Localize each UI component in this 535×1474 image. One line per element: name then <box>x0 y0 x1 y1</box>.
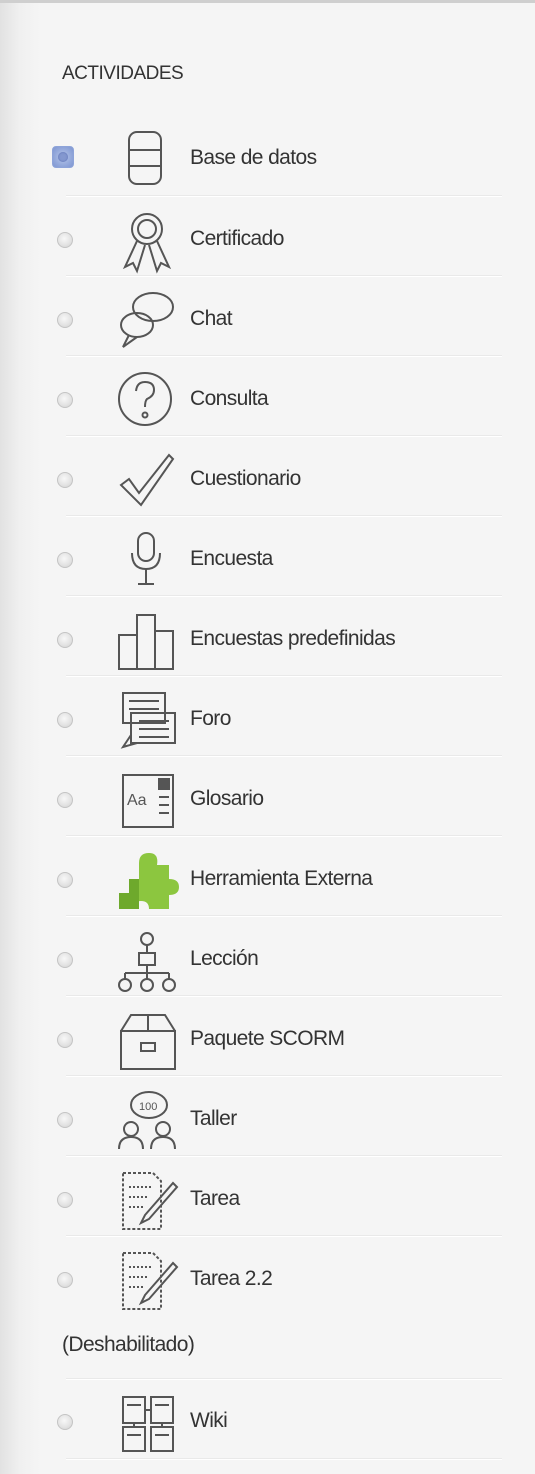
divider <box>66 276 502 277</box>
activity-item-cuestionario[interactable]: Cuestionario <box>0 439 535 519</box>
assignment-pencil-icon <box>115 1249 181 1315</box>
activity-label: Encuesta <box>190 547 273 570</box>
divider <box>66 1236 502 1237</box>
activity-label: Lección <box>190 947 259 970</box>
activity-item-chat[interactable]: Chat <box>0 279 535 359</box>
section-heading: ACTIVIDADES <box>62 63 184 84</box>
activity-item-paquete-scorm[interactable]: Paquete SCORM <box>0 999 535 1079</box>
divider <box>66 836 502 837</box>
activity-item-base-de-datos[interactable]: Base de datos <box>0 118 535 198</box>
svg-text:100: 100 <box>139 1101 157 1113</box>
package-box-icon <box>115 1009 181 1075</box>
wiki-pages-icon <box>115 1391 181 1457</box>
activity-radio[interactable] <box>57 1272 73 1288</box>
workshop-people-icon: 100 <box>115 1089 181 1155</box>
activity-item-consulta[interactable]: Consulta <box>0 359 535 439</box>
activity-radio[interactable] <box>57 312 73 328</box>
activity-radio[interactable] <box>57 472 73 488</box>
activity-item-wiki[interactable]: Wiki <box>0 1381 535 1461</box>
activity-radio-selected[interactable] <box>52 146 74 168</box>
activity-label: Chat <box>190 307 233 330</box>
divider <box>66 1076 502 1077</box>
activity-item-encuestas-predefinidas[interactable]: Encuestas predefinidas <box>0 599 535 679</box>
question-circle-icon <box>115 369 181 435</box>
divider <box>66 996 502 997</box>
divider <box>66 516 502 517</box>
certificate-ribbon-icon <box>115 209 181 275</box>
divider <box>66 356 502 357</box>
activity-label: Base de datos <box>190 146 317 169</box>
activity-label: Cuestionario <box>190 467 301 490</box>
svg-text:Aa: Aa <box>127 792 147 809</box>
microphone-icon <box>115 529 181 595</box>
puzzle-piece-icon <box>115 849 181 915</box>
activities-panel: ACTIVIDADES Base de datos Certificado Ch… <box>0 0 535 1474</box>
activity-item-foro[interactable]: Foro <box>0 679 535 759</box>
checkmark-icon <box>115 449 181 515</box>
activity-label: Taller <box>190 1107 237 1130</box>
activity-radio[interactable] <box>57 952 73 968</box>
database-icon <box>115 128 181 194</box>
activity-item-encuesta[interactable]: Encuesta <box>0 519 535 599</box>
activity-item-taller[interactable]: 100 Taller <box>0 1079 535 1159</box>
divider <box>66 1459 502 1460</box>
activity-item-herramienta-externa[interactable]: Herramienta Externa <box>0 839 535 919</box>
assignment-pencil-icon <box>115 1169 181 1235</box>
activity-radio[interactable] <box>57 1112 73 1128</box>
activity-label: Foro <box>190 707 231 730</box>
activity-radio[interactable] <box>57 232 73 248</box>
activity-item-tarea-2-2[interactable]: Tarea 2.2 <box>0 1239 535 1319</box>
divider <box>66 676 502 677</box>
activity-item-leccion[interactable]: Lección <box>0 919 535 999</box>
disabled-note: (Deshabilitado) <box>62 1333 195 1356</box>
activity-label: Encuestas predefinidas <box>190 627 396 650</box>
chat-bubbles-icon <box>115 289 181 355</box>
activity-radio[interactable] <box>57 712 73 728</box>
divider <box>66 916 502 917</box>
divider <box>66 596 502 597</box>
activity-label: Paquete SCORM <box>190 1027 345 1050</box>
activity-item-certificado[interactable]: Certificado <box>0 199 535 279</box>
activity-label: Tarea <box>190 1187 240 1210</box>
divider <box>66 436 502 437</box>
divider <box>66 1379 502 1380</box>
activity-item-tarea[interactable]: Tarea <box>0 1159 535 1239</box>
activity-radio[interactable] <box>57 552 73 568</box>
activity-radio[interactable] <box>57 632 73 648</box>
activity-label: Wiki <box>190 1409 228 1432</box>
divider <box>66 196 502 197</box>
activity-item-glosario[interactable]: Aa Glosario <box>0 759 535 839</box>
activity-label: Glosario <box>190 787 264 810</box>
divider <box>66 1156 502 1157</box>
bar-chart-icon <box>115 609 181 675</box>
hierarchy-icon <box>115 929 181 995</box>
activity-radio[interactable] <box>57 792 73 808</box>
activity-label: Consulta <box>190 387 269 410</box>
activity-label: Tarea 2.2 <box>190 1267 273 1290</box>
glossary-icon: Aa <box>115 769 181 835</box>
activity-label: Certificado <box>190 227 284 250</box>
activity-label: Herramienta Externa <box>190 867 373 890</box>
activity-radio[interactable] <box>57 872 73 888</box>
activity-radio[interactable] <box>57 1032 73 1048</box>
divider <box>66 756 502 757</box>
forum-icon <box>115 689 181 755</box>
activity-radio[interactable] <box>57 1414 73 1430</box>
activity-radio[interactable] <box>57 1192 73 1208</box>
activity-radio[interactable] <box>57 392 73 408</box>
